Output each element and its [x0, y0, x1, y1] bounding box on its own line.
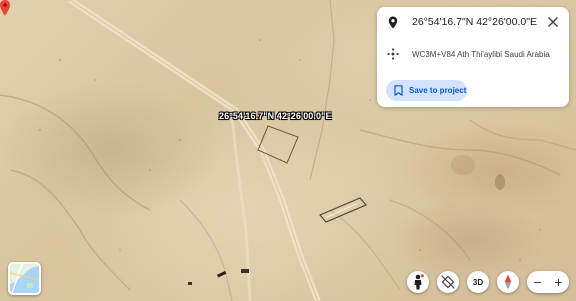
compass-icon — [504, 274, 512, 290]
bookmark-icon — [394, 85, 403, 96]
place-info-card: 26°54'16.7"N 42°26'00.0"E WC3M+V84 Ath T… — [377, 7, 569, 107]
marker-coordinate-label: 26°54'16.7"N 42°26'00.0"E — [219, 111, 332, 121]
tilt-view-button[interactable] — [437, 271, 459, 293]
three-d-label: 3D — [472, 277, 484, 287]
three-d-toggle-button[interactable]: 3D — [467, 271, 489, 293]
plus-code-row[interactable]: WC3M+V84 Ath Thi'aylibi Saudi Arabia — [387, 48, 550, 60]
zoom-controls: − + — [527, 271, 569, 293]
plus-code-icon — [387, 48, 399, 60]
zoom-out-button[interactable]: − — [527, 271, 548, 293]
tilt-icon — [441, 275, 455, 289]
compass-button[interactable] — [497, 271, 519, 293]
pegman-icon — [414, 274, 424, 290]
save-to-project-label: Save to project — [409, 86, 467, 95]
save-to-project-button[interactable]: Save to project — [386, 80, 467, 101]
street-view-button[interactable] — [407, 271, 429, 293]
location-pin-icon[interactable] — [0, 0, 10, 16]
plus-code-text: WC3M+V84 Ath Thi'aylibi Saudi Arabia — [412, 49, 550, 59]
zoom-in-button[interactable]: + — [548, 271, 569, 293]
location-pin-icon — [387, 16, 399, 28]
close-button[interactable] — [546, 15, 560, 29]
coordinates-text: 26°54'16.7"N 42°26'00.0"E — [412, 16, 537, 28]
close-icon — [548, 17, 558, 27]
coordinates-row[interactable]: 26°54'16.7"N 42°26'00.0"E — [387, 16, 537, 28]
map-layers-button[interactable] — [8, 262, 41, 295]
map-layer-thumbnail-icon — [10, 264, 39, 293]
